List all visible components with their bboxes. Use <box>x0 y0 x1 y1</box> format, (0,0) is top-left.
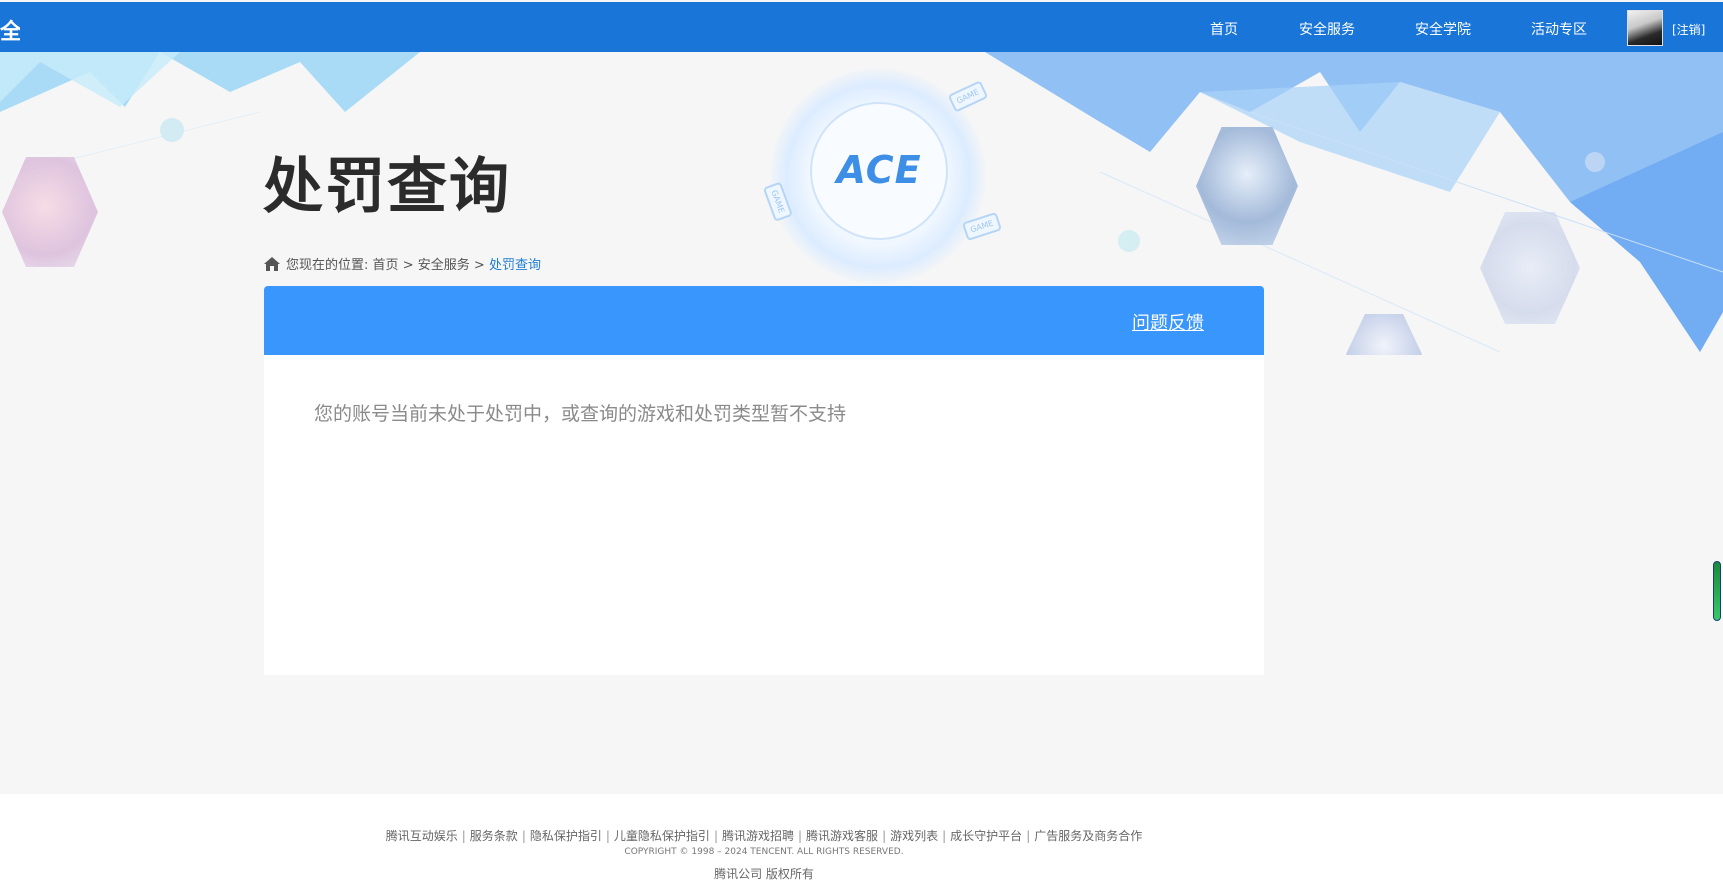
breadcrumb-prefix: 您现在的位置: <box>286 258 369 273</box>
footer: 腾讯互动娱乐 | 服务条款 | 隐私保护指引 | 儿童隐私保护指引 | 腾讯游戏招聘 | 腾讯游戏客… <box>0 794 1723 887</box>
feedback-link[interactable]: 问题反馈 <box>1132 309 1204 335</box>
footer-link-ads[interactable]: 广告服务及商务合作 <box>1034 829 1142 843</box>
breadcrumb-separator: > <box>402 258 414 273</box>
footer-link-support[interactable]: 腾讯游戏客服 <box>806 829 878 843</box>
panel-header: 问题反馈 <box>264 286 1264 355</box>
footer-separator: | <box>798 829 803 843</box>
footer-separator: | <box>605 829 610 843</box>
floating-side-widget[interactable] <box>1713 561 1721 621</box>
breadcrumb: 您现在的位置: 首页 > 安全服务 > 处罚查询 <box>264 254 541 273</box>
breadcrumb-home[interactable]: 首页 <box>373 258 399 273</box>
footer-link-terms[interactable]: 服务条款 <box>470 829 518 843</box>
ace-logo: ACE <box>836 148 922 192</box>
home-icon <box>264 257 280 271</box>
nav-security-academy[interactable]: 安全学院 <box>1415 19 1471 39</box>
footer-links: 腾讯互动娱乐 | 服务条款 | 隐私保护指引 | 儿童隐私保护指引 | 腾讯游戏招聘 | 腾讯游戏客… <box>0 827 1528 844</box>
top-nav-bar: 全 首页 安全服务 安全学院 活动专区 [注销] <box>0 2 1723 52</box>
nav-security-service[interactable]: 安全服务 <box>1299 19 1355 39</box>
footer-link-child-privacy[interactable]: 儿童隐私保护指引 <box>614 829 710 843</box>
footer-separator: | <box>521 829 526 843</box>
logout-link[interactable]: [注销] <box>1672 21 1705 38</box>
result-message: 您的账号当前未处于处罚中，或查询的游戏和处罚类型暂不支持 <box>314 403 847 425</box>
footer-separator: | <box>713 829 718 843</box>
rights-text: 腾讯公司 版权所有 <box>714 867 814 881</box>
footer-link-growth-guard[interactable]: 成长守护平台 <box>950 829 1022 843</box>
nav-activity-zone[interactable]: 活动专区 <box>1531 19 1587 39</box>
breadcrumb-current: 处罚查询 <box>488 258 541 273</box>
breadcrumb-separator: > <box>473 258 485 273</box>
page-title: 处罚查询 <box>263 152 511 222</box>
site-logo[interactable]: 全 <box>0 14 20 46</box>
footer-separator: | <box>882 829 887 843</box>
copyright-text: COPYRIGHT © 1998 – 2024 TENCENT. ALL RIG… <box>624 847 904 857</box>
nav-home[interactable]: 首页 <box>1210 19 1238 39</box>
decor-bubble <box>1585 152 1605 172</box>
result-panel: 您的账号当前未处于处罚中，或查询的游戏和处罚类型暂不支持 <box>264 355 1264 675</box>
footer-link-game-list[interactable]: 游戏列表 <box>890 829 938 843</box>
footer-separator: | <box>942 829 947 843</box>
footer-separator: | <box>461 829 466 843</box>
footer-link-privacy[interactable]: 隐私保护指引 <box>530 829 602 843</box>
footer-separator: | <box>1026 829 1031 843</box>
decor-bubble <box>160 118 184 142</box>
user-avatar[interactable] <box>1627 10 1663 46</box>
footer-link-tencent-ent[interactable]: 腾讯互动娱乐 <box>386 829 458 843</box>
breadcrumb-security-service[interactable]: 安全服务 <box>418 258 470 273</box>
decor-bubble <box>1118 230 1140 252</box>
footer-link-careers[interactable]: 腾讯游戏招聘 <box>722 829 794 843</box>
